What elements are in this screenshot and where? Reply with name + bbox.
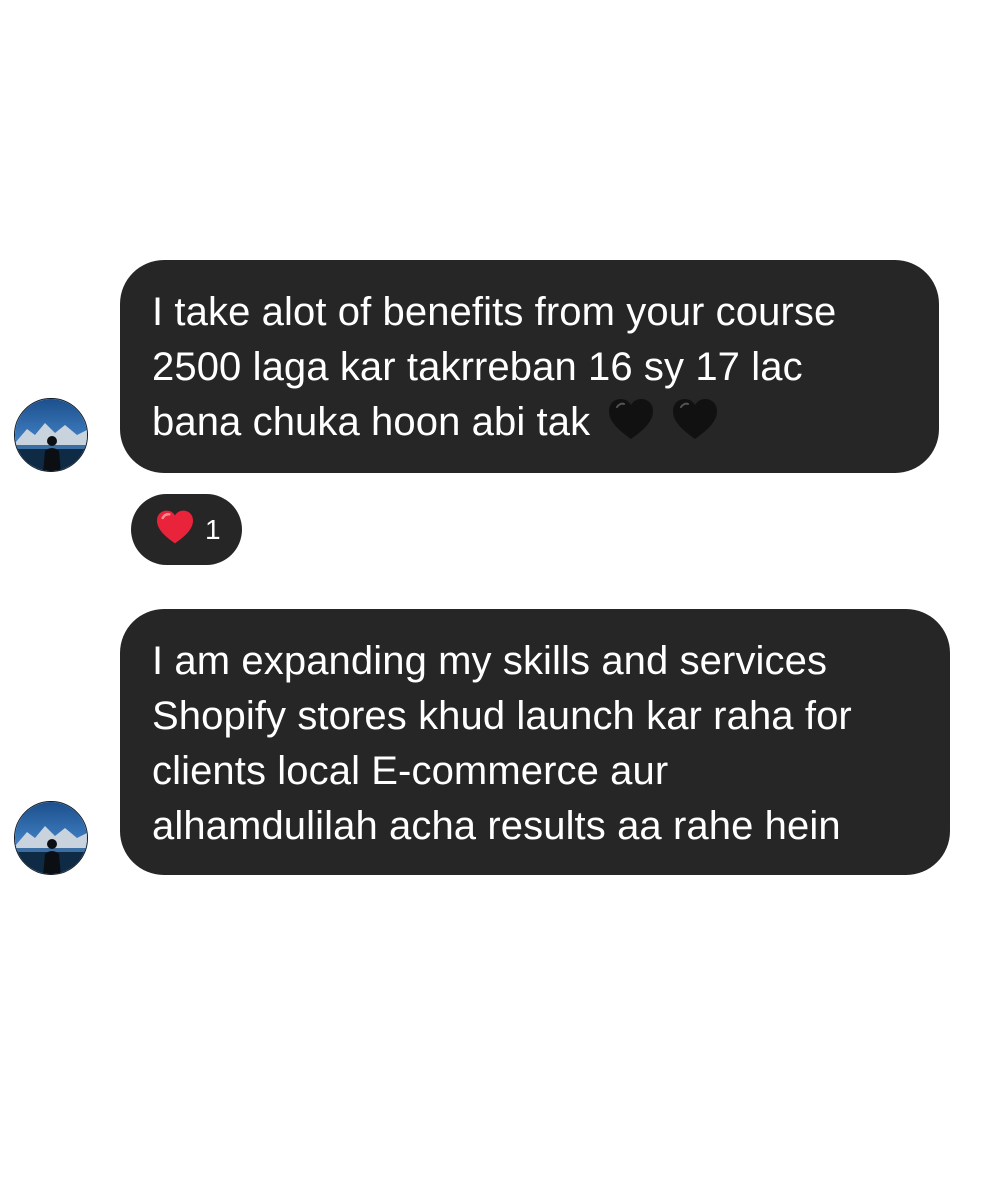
message-line-text: bana chuka hoon abi tak xyxy=(152,400,591,444)
message-line: Shopify stores khud launch kar raha for xyxy=(152,694,852,738)
chat-thread: I take alot of benefits from your course… xyxy=(0,0,1000,1200)
reaction-count: 1 xyxy=(205,513,221,545)
message-bubble[interactable]: I am expanding my skills and services Sh… xyxy=(120,609,950,875)
sender-avatar[interactable] xyxy=(14,801,88,875)
message-line: bana chuka hoon abi tak xyxy=(152,395,907,456)
reaction-badge[interactable]: 1 xyxy=(131,494,242,565)
red-heart-icon xyxy=(155,509,195,550)
sender-avatar[interactable] xyxy=(14,398,88,472)
message-line: I am expanding my skills and services xyxy=(152,639,828,683)
black-heart-icon xyxy=(671,397,719,456)
message-bubble[interactable]: I take alot of benefits from your course… xyxy=(120,260,939,473)
black-heart-icon xyxy=(607,397,655,456)
message-line: clients local E-commerce aur xyxy=(152,749,669,793)
message-line: I take alot of benefits from your course xyxy=(152,290,837,334)
message-line: alhamdulilah acha results aa rahe hein xyxy=(152,804,841,848)
message-line: 2500 laga kar takrreban 16 sy 17 lac xyxy=(152,345,803,389)
